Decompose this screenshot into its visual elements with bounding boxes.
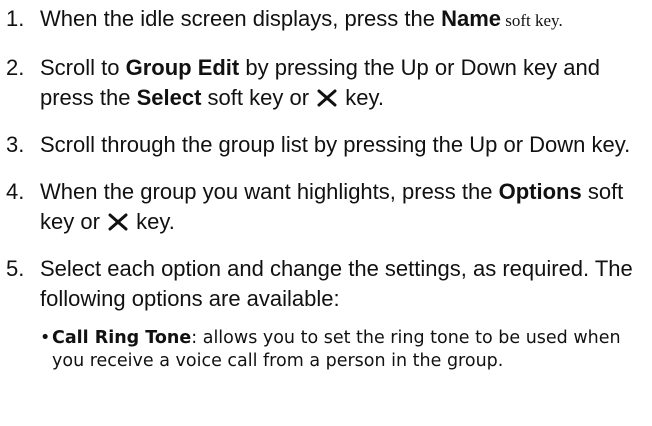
- bullet: •: [40, 328, 51, 348]
- step-text: key.: [339, 85, 384, 110]
- step-number: 2.: [6, 55, 25, 80]
- center-key-icon: [107, 212, 129, 232]
- option-item: • Call Ring Tone: allows you to set the …: [40, 327, 650, 373]
- step-number: 1.: [6, 6, 25, 31]
- step-number: 3.: [6, 132, 25, 157]
- step-number: 5.: [6, 256, 25, 281]
- soft-key-label: Name: [441, 6, 502, 31]
- step-4: 4. When the group you want highlights, p…: [6, 177, 650, 237]
- step-2: 2. Scroll to Group Edit by pressing the …: [6, 53, 650, 113]
- step-text: Scroll to: [40, 55, 126, 80]
- option-name: Call Ring Tone: [52, 328, 192, 348]
- instruction-list: 1. When the idle screen displays, press …: [6, 4, 650, 373]
- step-5: 5. Select each option and change the set…: [6, 254, 650, 314]
- step-text: When the idle screen displays, press the: [40, 6, 442, 31]
- center-key-icon: [316, 88, 338, 108]
- step-text: When the group you want highlights, pres…: [40, 179, 499, 204]
- step-text: key.: [130, 209, 175, 234]
- menu-item-label: Group Edit: [125, 55, 240, 80]
- step-text: Select each option and change the settin…: [40, 256, 633, 311]
- soft-key-label: Select: [136, 85, 202, 110]
- step-text: soft key or: [201, 85, 316, 110]
- step-3: 3. Scroll through the group list by pres…: [6, 130, 650, 160]
- step-text: Scroll through the group list by pressin…: [40, 132, 631, 157]
- step-text: soft key.: [501, 11, 563, 30]
- step-number: 4.: [6, 179, 25, 204]
- step-1: 1. When the idle screen displays, press …: [6, 4, 650, 36]
- soft-key-label: Options: [498, 179, 582, 204]
